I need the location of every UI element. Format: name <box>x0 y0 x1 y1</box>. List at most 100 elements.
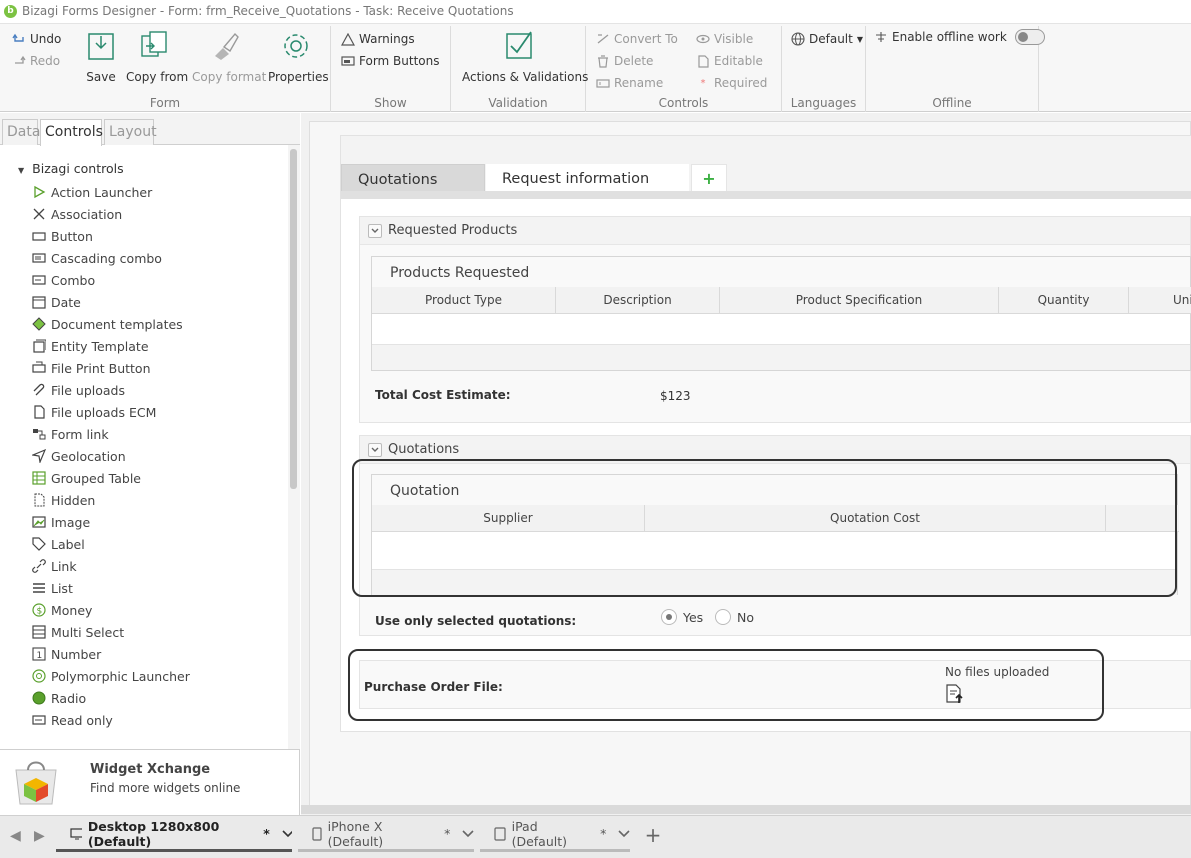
tree-item-combo[interactable]: Combo <box>32 270 95 290</box>
grouped-table-icon <box>32 471 46 485</box>
convert-to-button[interactable]: Convert To <box>596 32 678 46</box>
chevron-down-icon[interactable] <box>368 223 382 238</box>
column-header[interactable]: Description <box>555 287 719 314</box>
tree-item-label: Action Launcher <box>51 184 153 200</box>
left-panel-scrollbar[interactable] <box>288 145 300 749</box>
radio-button-selected[interactable] <box>661 609 677 625</box>
geolocation-icon <box>32 449 46 463</box>
tree-item-label: Link <box>51 558 77 574</box>
tree-item-label: Entity Template <box>51 338 149 354</box>
radio-no[interactable]: No <box>715 609 754 625</box>
rename-button[interactable]: Rename <box>596 76 663 90</box>
grid-title: Products Requested <box>372 257 1190 287</box>
entity-template-icon <box>32 339 46 353</box>
toggle-switch[interactable] <box>1014 29 1045 45</box>
chevron-down-icon[interactable] <box>368 442 382 457</box>
eye-icon <box>696 34 710 44</box>
total-cost-value: $123 <box>660 389 691 403</box>
tree-item-multi-select[interactable]: Multi Select <box>32 622 124 642</box>
save-button[interactable]: Save <box>86 30 116 84</box>
section-header-requested-products[interactable]: Requested Products <box>360 217 1190 245</box>
delete-button[interactable]: Delete <box>596 54 653 68</box>
add-device-button[interactable]: + <box>640 824 666 848</box>
left-panel-tabs: Data Controls Layout <box>0 113 300 146</box>
tree-item-document-templates[interactable]: Document templates <box>32 314 183 334</box>
column-header[interactable]: Quantity <box>998 287 1128 314</box>
tree-item-form-link[interactable]: Form link <box>32 424 109 444</box>
tree-item-label: Grouped Table <box>51 470 141 486</box>
tree-item-link[interactable]: Link <box>32 556 77 576</box>
tab-quotations[interactable]: Quotations <box>341 164 485 192</box>
properties-button[interactable]: Properties <box>268 30 329 84</box>
scrollbar-thumb[interactable] <box>290 149 297 489</box>
radio-yes[interactable]: Yes <box>661 609 703 625</box>
device-tab-iphone[interactable]: iPhone X (Default) * <box>298 818 474 852</box>
money-icon: $ <box>32 603 46 617</box>
association-icon <box>32 207 46 221</box>
tree-item-polymorphic-launcher[interactable]: Polymorphic Launcher <box>32 666 190 686</box>
copy-from-button[interactable]: Copy from <box>126 30 188 84</box>
hidden-icon <box>32 493 46 507</box>
tree-item-action-launcher[interactable]: Action Launcher <box>32 182 152 202</box>
column-header[interactable]: Product Specification <box>719 287 998 314</box>
tree-item-read-only[interactable]: Read only <box>32 710 113 730</box>
title-bar: b Bizagi Forms Designer - Form: frm_Rece… <box>0 0 1191 24</box>
copy-from-icon <box>141 31 167 57</box>
tree-item-image[interactable]: Image <box>32 512 90 532</box>
visible-button[interactable]: Visible <box>696 32 753 46</box>
tree-root-bizagi-controls[interactable]: ▼ Bizagi controls <box>18 161 124 176</box>
tree-item-entity-template[interactable]: Entity Template <box>32 336 149 356</box>
undo-button[interactable]: Undo <box>12 32 61 46</box>
offline-toggle[interactable]: Enable offline work <box>874 29 1045 45</box>
image-icon <box>32 515 46 529</box>
widget-xchange-banner[interactable]: Widget Xchange Find more widgets online <box>0 749 299 815</box>
tab-data[interactable]: Data <box>2 119 40 145</box>
tree-item-geolocation[interactable]: Geolocation <box>32 446 126 466</box>
tree-item-number[interactable]: 1 Number <box>32 644 101 664</box>
ribbon-group-languages: Default ▼ Languages <box>782 26 866 112</box>
tree-item-grouped-table[interactable]: Grouped Table <box>32 468 141 488</box>
tree-item-file-print-button[interactable]: File Print Button <box>32 358 151 378</box>
tree-item-date[interactable]: Date <box>32 292 81 312</box>
add-tab-button[interactable]: + <box>691 164 727 192</box>
device-tab-ipad[interactable]: iPad (Default) * <box>480 818 630 852</box>
prev-arrow-icon[interactable]: ◀ <box>10 828 21 844</box>
radio-button[interactable] <box>715 609 731 625</box>
editable-button[interactable]: Editable <box>696 54 763 68</box>
tab-controls[interactable]: Controls <box>40 119 103 146</box>
tree-item-association[interactable]: Association <box>32 204 122 224</box>
tree-item-file-uploads-ecm[interactable]: File uploads ECM <box>32 402 156 422</box>
actions-validations-button[interactable]: Actions & Validations <box>462 30 588 84</box>
tree-item-money[interactable]: $ Money <box>32 600 92 620</box>
required-button[interactable]: * Required <box>696 76 768 90</box>
tree-item-label: Document templates <box>51 316 183 332</box>
tree-item-label: File Print Button <box>51 360 151 376</box>
canvas-horizontal-scrollbar[interactable] <box>301 805 1191 814</box>
tree-item-label: Image <box>51 514 91 530</box>
widget-xchange-subtitle: Find more widgets online <box>90 781 241 795</box>
tree-item-button[interactable]: Button <box>32 226 93 246</box>
tree-item-cascading-combo[interactable]: Cascading combo <box>32 248 162 268</box>
tab-request-information[interactable]: Request information <box>486 164 689 192</box>
warnings-button[interactable]: Warnings <box>341 32 415 46</box>
device-tab-desktop[interactable]: Desktop 1280x800 (Default) * <box>56 818 292 852</box>
language-dropdown[interactable]: Default ▼ <box>791 32 863 46</box>
tree-item-radio[interactable]: Radio <box>32 688 86 708</box>
copy-format-button[interactable]: Copy format <box>192 30 266 84</box>
tree-item-label[interactable]: Label <box>32 534 85 554</box>
undo-icon <box>12 33 24 42</box>
next-arrow-icon[interactable]: ▶ <box>34 828 45 844</box>
grid-products-requested[interactable]: Products Requested Product Type Descript… <box>371 256 1191 371</box>
multi-select-icon <box>32 625 46 639</box>
form-buttons-button[interactable]: Form Buttons <box>341 54 440 68</box>
tree-item-file-uploads[interactable]: File uploads <box>32 380 125 400</box>
tree-item-hidden[interactable]: Hidden <box>32 490 95 510</box>
chevron-down-icon <box>462 829 474 837</box>
tree-item-list[interactable]: List <box>32 578 73 598</box>
column-header[interactable]: Uni <box>1128 287 1191 314</box>
date-icon <box>32 295 46 309</box>
redo-button[interactable]: Redo <box>12 54 60 68</box>
tab-layout[interactable]: Layout <box>104 119 157 145</box>
ribbon-group-form-label: Form <box>149 96 181 110</box>
column-header[interactable]: Product Type <box>372 287 555 314</box>
